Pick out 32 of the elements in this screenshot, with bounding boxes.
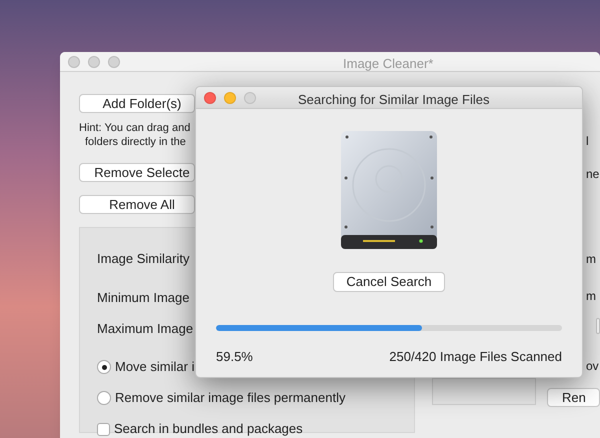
setting-label: Image Similarity <box>97 250 190 268</box>
progress-percent: 59.5% <box>216 348 253 366</box>
option-label: Move similar i <box>115 358 194 376</box>
remove-button[interactable]: Ren <box>547 388 600 407</box>
zoom-button[interactable] <box>244 92 256 104</box>
hint-text: Hint: You can drag and <box>79 121 192 135</box>
option-label: Remove similar image files permanently <box>115 389 346 408</box>
checkbox[interactable] <box>97 422 110 436</box>
label-fragment: m <box>586 251 596 268</box>
remove-selected-button[interactable]: Remove Selecte <box>79 163 195 182</box>
option-label: Search in bundles and packages <box>114 420 303 438</box>
hard-drive-icon <box>339 129 439 251</box>
close-button[interactable] <box>68 56 80 68</box>
radio-button[interactable] <box>97 391 111 405</box>
label-fragment: m <box>586 288 596 305</box>
label-fragment: ov <box>586 358 599 375</box>
radio-button[interactable] <box>97 360 111 374</box>
zoom-button[interactable] <box>108 56 120 68</box>
label-fragment: ne <box>586 166 600 183</box>
dialog-title: Searching for Similar Image Files <box>298 91 490 109</box>
hint-text: folders directly in the <box>84 135 187 149</box>
remove-all-button[interactable]: Remove All <box>79 195 195 214</box>
cancel-search-button[interactable]: Cancel Search <box>333 272 445 292</box>
close-button[interactable] <box>204 92 216 104</box>
window-title: Image Cleaner* <box>343 55 434 73</box>
minimize-button[interactable] <box>88 56 100 68</box>
add-folders-button[interactable]: Add Folder(s) <box>79 94 195 113</box>
label-fragment: l <box>586 133 589 150</box>
progress-status: 250/420 Image Files Scanned <box>389 348 562 366</box>
setting-label: Minimum Image <box>97 289 190 308</box>
minimize-button[interactable] <box>224 92 236 104</box>
setting-label: Maximum Image <box>97 320 194 338</box>
